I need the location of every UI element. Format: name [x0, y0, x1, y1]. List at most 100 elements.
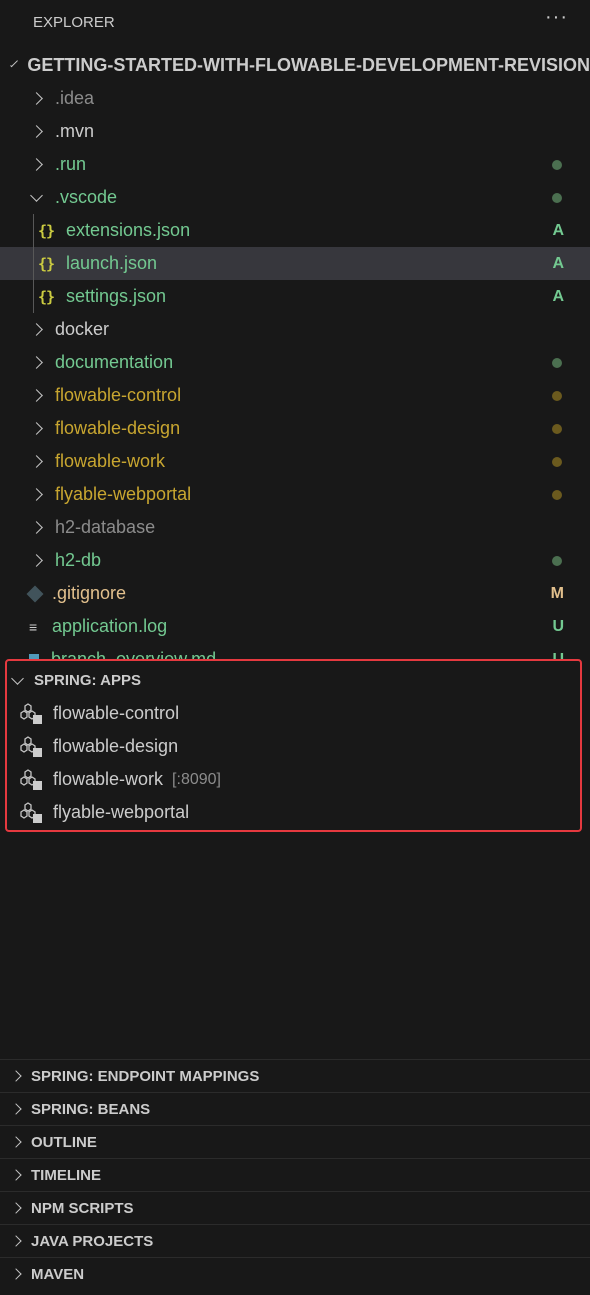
spring-app-icon: [20, 702, 44, 725]
git-status-dot: [552, 555, 562, 566]
git-status-dot: [552, 390, 562, 401]
tree-item-label: flyable-webportal: [55, 484, 192, 504]
tree-item[interactable]: documentation: [0, 346, 590, 379]
chevron-down-icon: [30, 188, 43, 202]
tree-item[interactable]: flyable-webportal: [0, 478, 590, 511]
explorer-header: EXPLORER ···: [0, 0, 590, 44]
tree-item[interactable]: .vscode: [0, 181, 590, 214]
section-header[interactable]: JAVA PROJECTS: [0, 1224, 590, 1257]
spring-apps-title: SPRING: APPS: [34, 672, 141, 689]
tree-item[interactable]: .mvn: [0, 115, 590, 148]
chevron-right-icon: [10, 1070, 22, 1082]
tree-item-label: application.log: [52, 616, 168, 636]
spring-app-item[interactable]: flowable-control: [0, 697, 590, 730]
git-status-badge: A: [552, 221, 564, 239]
tree-item-label: .gitignore: [52, 583, 127, 603]
spring-app-name: flowable-work: [53, 769, 164, 789]
chevron-right-icon: [30, 323, 43, 336]
section-title: SPRING: BEANS: [31, 1100, 151, 1118]
section-title: NPM SCRIPTS: [31, 1199, 134, 1217]
git-status-dot: [552, 357, 562, 368]
tree-item-label: flowable-design: [55, 418, 181, 438]
chevron-right-icon: [30, 92, 43, 105]
section-header[interactable]: NPM SCRIPTS: [0, 1191, 590, 1224]
spring-app-name: flowable-control: [53, 703, 180, 723]
chevron-down-icon: [11, 671, 24, 685]
chevron-right-icon: [30, 125, 43, 138]
tree-item-label: docker: [55, 319, 110, 339]
chevron-down-icon: [10, 58, 19, 68]
section-title: JAVA PROJECTS: [31, 1232, 154, 1250]
chevron-right-icon: [10, 1103, 22, 1115]
spring-app-icon: [20, 801, 44, 824]
tree-item-label: flowable-work: [55, 451, 166, 471]
chevron-right-icon: [30, 455, 43, 468]
chevron-right-icon: [30, 554, 43, 567]
spring-app-item[interactable]: flowable-work [:8090]: [0, 763, 590, 796]
tree-item[interactable]: {} launch.json A: [0, 247, 590, 280]
tree-item[interactable]: .gitignore M: [0, 577, 590, 610]
chevron-right-icon: [30, 158, 43, 171]
tree-item[interactable]: flowable-work: [0, 445, 590, 478]
tree-item[interactable]: .idea: [0, 82, 590, 115]
spring-app-name: flowable-design: [53, 736, 179, 756]
section-header[interactable]: SPRING: BEANS: [0, 1092, 590, 1125]
section-title: SPRING: ENDPOINT MAPPINGS: [31, 1067, 260, 1085]
tree-item[interactable]: .run: [0, 148, 590, 181]
log-file-icon: ≡: [29, 618, 38, 635]
explorer-title: EXPLORER: [33, 14, 115, 31]
chevron-right-icon: [30, 422, 43, 435]
git-status-badge: A: [552, 287, 564, 305]
section-header[interactable]: TIMELINE: [0, 1158, 590, 1191]
tree-item-label: .run: [55, 154, 87, 174]
spring-app-name: flyable-webportal: [53, 802, 190, 822]
git-status-dot: [552, 192, 562, 203]
tree-item-label: settings.json: [66, 286, 167, 306]
chevron-right-icon: [10, 1235, 22, 1247]
tree-item[interactable]: docker: [0, 313, 590, 346]
tree-item[interactable]: {} extensions.json A: [0, 214, 590, 247]
chevron-right-icon: [10, 1202, 22, 1214]
tree-item-label: h2-db: [55, 550, 102, 570]
chevron-right-icon: [10, 1268, 22, 1280]
git-status-badge: U: [552, 617, 564, 635]
tree-item[interactable]: flowable-design: [0, 412, 590, 445]
git-status-dot: [552, 456, 562, 467]
spring-apps-header[interactable]: SPRING: APPS: [0, 664, 590, 697]
spring-app-item[interactable]: flyable-webportal: [0, 796, 590, 829]
tree-item[interactable]: h2-db: [0, 544, 590, 577]
section-title: MAVEN: [31, 1265, 85, 1283]
tree-item-label: .idea: [55, 88, 95, 108]
json-file-icon: {}: [38, 221, 55, 240]
project-header[interactable]: GETTING-STARTED-WITH-FLOWABLE-DEVELOPMEN…: [0, 49, 590, 82]
chevron-right-icon: [30, 521, 43, 534]
tree-item-label: extensions.json: [66, 220, 191, 240]
git-status-dot: [552, 423, 562, 434]
spring-app-icon: [20, 768, 44, 791]
more-actions-button[interactable]: ···: [545, 6, 568, 29]
spring-app-port: [:8090]: [172, 770, 221, 788]
tree-item-label: h2-database: [55, 517, 156, 537]
chevron-right-icon: [30, 356, 43, 369]
section-header[interactable]: SPRING: ENDPOINT MAPPINGS: [0, 1059, 590, 1092]
chevron-right-icon: [10, 1136, 22, 1148]
chevron-right-icon: [30, 488, 43, 501]
section-title: OUTLINE: [31, 1133, 97, 1151]
project-title: GETTING-STARTED-WITH-FLOWABLE-DEVELOPMEN…: [27, 55, 590, 75]
json-file-icon: {}: [38, 287, 55, 306]
git-status-badge: A: [552, 254, 564, 272]
indent-guide: [33, 214, 34, 313]
tree-item-label: launch.json: [66, 253, 158, 273]
spring-app-icon: [20, 735, 44, 758]
section-header[interactable]: MAVEN: [0, 1257, 590, 1290]
tree-item[interactable]: ≡ application.log U: [0, 610, 590, 643]
tree-item-label: documentation: [55, 352, 174, 372]
tree-item[interactable]: {} settings.json A: [0, 280, 590, 313]
section-header[interactable]: OUTLINE: [0, 1125, 590, 1158]
tree-item[interactable]: flowable-control: [0, 379, 590, 412]
json-file-icon: {}: [38, 254, 55, 273]
tree-item[interactable]: h2-database: [0, 511, 590, 544]
spring-app-item[interactable]: flowable-design: [0, 730, 590, 763]
git-status-dot: [552, 489, 562, 500]
chevron-right-icon: [30, 389, 43, 402]
